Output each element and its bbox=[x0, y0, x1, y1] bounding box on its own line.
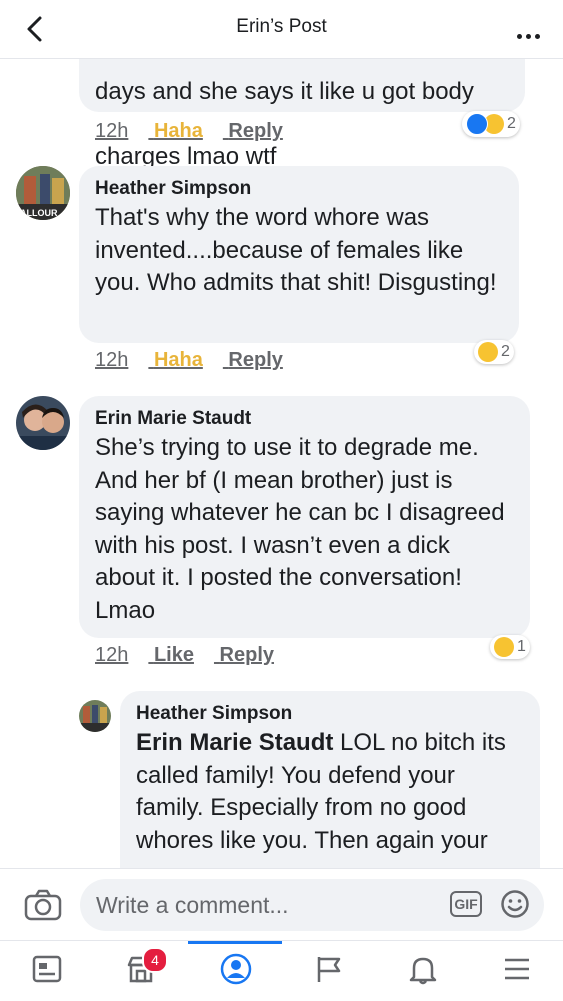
comment-composer: Write a comment... GIF bbox=[0, 868, 563, 941]
more-icon[interactable] bbox=[517, 26, 545, 39]
haha-reaction-button[interactable]: Haha bbox=[154, 120, 203, 142]
tab-marketplace[interactable]: 4 bbox=[94, 941, 188, 1001]
bottom-tab-bar: 4 bbox=[0, 940, 563, 1001]
comment-actions: 12h Haha Reply bbox=[95, 349, 303, 372]
avatar[interactable] bbox=[79, 700, 111, 732]
reaction-count: 2 bbox=[507, 115, 516, 132]
comment-actions: 12h Haha Reply bbox=[95, 120, 303, 143]
like-reaction-icon bbox=[466, 113, 488, 135]
avatar[interactable] bbox=[16, 396, 70, 450]
comment-bubble: Heather Simpson Erin Marie Staudt LOL no… bbox=[120, 691, 540, 868]
avatar[interactable]: ALLOUR bbox=[16, 166, 70, 220]
comment-author[interactable]: Heather Simpson bbox=[95, 178, 503, 200]
comment-bubble: Erin Marie Staudt She’s trying to use it… bbox=[79, 396, 530, 638]
bell-icon bbox=[409, 957, 437, 985]
gif-icon[interactable]: GIF bbox=[450, 891, 482, 917]
reaction-count: 2 bbox=[501, 343, 510, 360]
camera-icon[interactable] bbox=[24, 889, 62, 921]
menu-icon bbox=[505, 958, 529, 980]
comment-text-line: days and she says it like u got body bbox=[95, 77, 474, 105]
reply-button[interactable]: Reply bbox=[228, 349, 282, 371]
comments-feed[interactable]: days and she says it like u got body cha… bbox=[0, 59, 563, 868]
profile-icon bbox=[220, 953, 252, 985]
svg-text:ALLOUR: ALLOUR bbox=[20, 208, 58, 218]
comment-bubble: Heather Simpson That's why the word whor… bbox=[79, 166, 519, 343]
emoji-icon[interactable] bbox=[500, 889, 530, 919]
reaction-summary[interactable]: 2 bbox=[474, 340, 514, 364]
pages-flag-icon bbox=[317, 957, 341, 982]
haha-reaction-button[interactable]: Haha bbox=[154, 349, 203, 371]
reply-button[interactable]: Reply bbox=[220, 644, 274, 666]
comment-text: Erin Marie Staudt LOL no bitch its calle… bbox=[136, 727, 524, 857]
tab-news-feed[interactable] bbox=[0, 941, 94, 1001]
avatar-image bbox=[79, 700, 111, 732]
comment-input[interactable]: Write a comment... GIF bbox=[80, 879, 544, 931]
mention-link[interactable]: Erin Marie Staudt bbox=[136, 729, 333, 756]
reaction-summary[interactable]: 2 bbox=[462, 111, 520, 137]
reaction-summary[interactable]: 1 bbox=[490, 635, 530, 659]
notification-badge: 4 bbox=[142, 947, 168, 973]
comment-time: 12h bbox=[95, 349, 129, 371]
tab-menu[interactable] bbox=[470, 941, 563, 1001]
tab-pages[interactable] bbox=[282, 941, 376, 1001]
reaction-count: 1 bbox=[517, 638, 526, 655]
comment-time: 12h bbox=[95, 644, 129, 666]
avatar-image: ALLOUR bbox=[16, 166, 70, 220]
comment-bubble: days and she says it like u got body cha… bbox=[79, 59, 525, 170]
haha-reaction-icon bbox=[494, 637, 514, 657]
comment-text: She’s trying to use it to degrade me. An… bbox=[95, 434, 505, 624]
comment-text: That's why the word whore was invented..… bbox=[95, 204, 497, 296]
tab-profile[interactable] bbox=[188, 941, 282, 1001]
top-nav-bar: Erin’s Post bbox=[0, 0, 563, 59]
comment-author[interactable]: Erin Marie Staudt bbox=[95, 408, 514, 430]
like-button[interactable]: Like bbox=[154, 644, 194, 666]
avatar-image bbox=[16, 396, 70, 450]
tab-notifications[interactable] bbox=[376, 941, 470, 1001]
comment-actions: 12h Like Reply bbox=[95, 644, 294, 667]
page-title: Erin’s Post bbox=[236, 16, 327, 37]
comment-author[interactable]: Heather Simpson bbox=[136, 703, 524, 725]
reply-button[interactable]: Reply bbox=[228, 120, 282, 142]
comment-time: 12h bbox=[95, 120, 129, 142]
comment-text: days and she says it like u got body cha… bbox=[95, 59, 509, 173]
haha-reaction-icon bbox=[478, 342, 498, 362]
comment-input-placeholder: Write a comment... bbox=[96, 892, 289, 918]
news-feed-icon bbox=[32, 955, 62, 983]
